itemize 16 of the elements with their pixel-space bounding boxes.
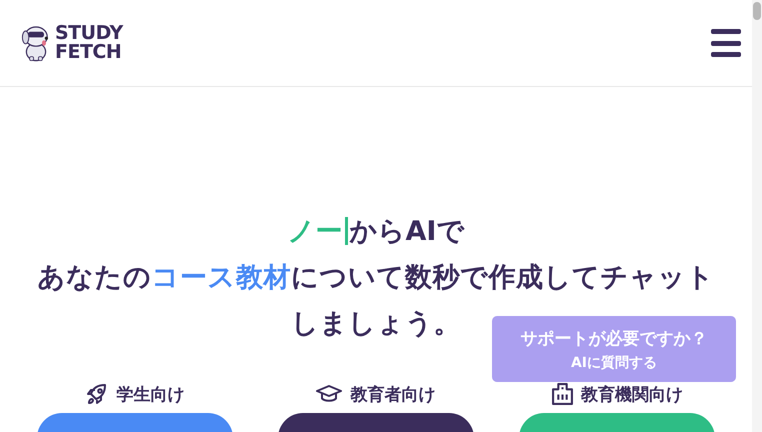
logo-wordmark[interactable]: STUDY FETCH <box>55 24 123 62</box>
support-subtitle: AIに質問する <box>570 354 658 372</box>
scrollbar-thumb[interactable] <box>753 2 761 20</box>
building-icon <box>552 383 573 405</box>
headline-text: あなたの コース教材について数秒で作成してチャット <box>38 261 714 295</box>
headline-text: しましょう。 <box>291 307 461 341</box>
audience-label: 教育機関向け <box>580 384 683 406</box>
text-cursor <box>344 217 348 245</box>
typed-text: ノー <box>288 215 343 249</box>
headline-text: からAIで <box>350 215 464 249</box>
graduation-cap-icon <box>316 384 342 404</box>
menu-icon[interactable] <box>710 28 742 58</box>
audience-label: 学生向け <box>116 384 185 406</box>
support-title: サポートが必要ですか？ <box>520 328 708 350</box>
rocket-icon <box>84 382 109 406</box>
audience-label: 教育者向け <box>350 384 436 406</box>
